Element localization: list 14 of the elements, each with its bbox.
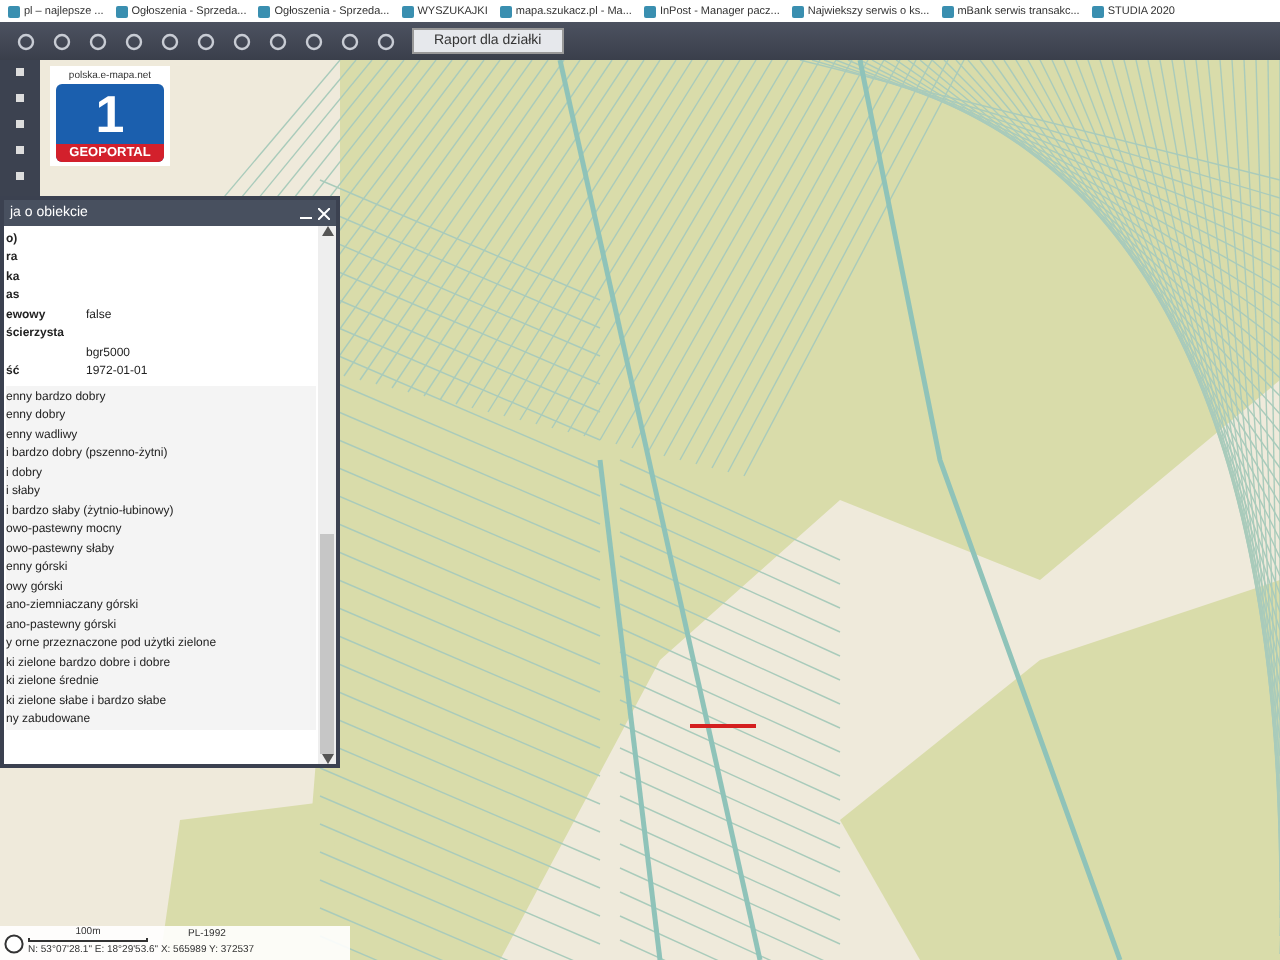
- bookmark-favicon-icon: [1091, 5, 1104, 17]
- scale-bar: [28, 938, 148, 942]
- bookmark-favicon-icon: [791, 5, 804, 17]
- bookmark-favicon-icon: [258, 5, 271, 17]
- scrollbar[interactable]: [318, 226, 336, 764]
- bookmark-favicon-icon: [941, 5, 954, 17]
- logo-number: 1: [95, 84, 125, 144]
- bookmark-favicon-icon: [401, 5, 414, 17]
- scroll-thumb[interactable]: [320, 534, 334, 754]
- bookmark-favicon-icon: [499, 5, 512, 17]
- close-icon[interactable]: [318, 207, 330, 219]
- bookmark-favicon-icon: [8, 5, 20, 17]
- bookmark-favicon-icon: [115, 5, 128, 17]
- bookmark-favicon-icon: [643, 5, 656, 17]
